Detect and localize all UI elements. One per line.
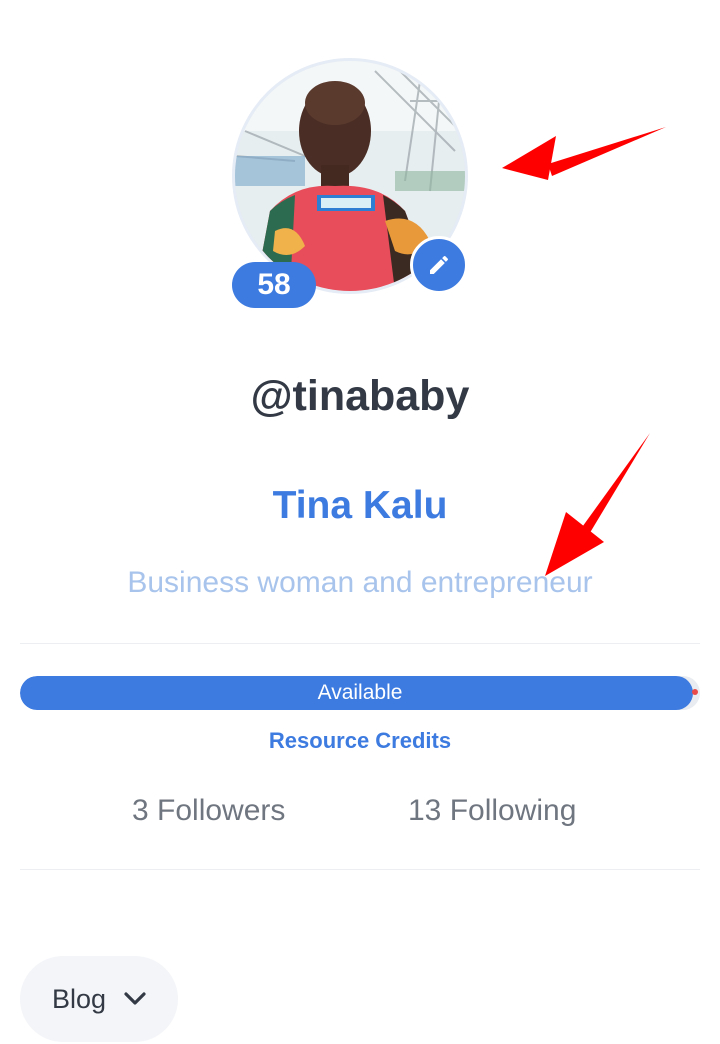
- resource-credits-dot: [692, 689, 698, 695]
- divider: [20, 869, 700, 870]
- followers-link[interactable]: 3 Followers: [132, 794, 285, 828]
- avatar-container: 58: [232, 58, 472, 308]
- resource-credits-bar: Available: [20, 676, 700, 710]
- profile-bio: Business woman and entrepreneur: [127, 566, 593, 599]
- blog-dropdown-label: Blog: [51, 983, 107, 1014]
- chevron-down-icon: [124, 992, 146, 1005]
- resource-credits-link[interactable]: Resource Credits: [0, 728, 720, 754]
- username: @tinababy: [250, 372, 470, 420]
- edit-avatar-button[interactable]: [410, 236, 468, 294]
- pencil-icon: [430, 255, 449, 274]
- reputation-badge: 58: [232, 262, 316, 308]
- annotation-arrow-avatar: [502, 127, 666, 180]
- display-name: Tina Kalu: [272, 484, 448, 527]
- blog-dropdown[interactable]: Blog: [20, 956, 178, 1042]
- divider: [20, 643, 700, 644]
- following-link[interactable]: 13 Following: [408, 794, 576, 828]
- resource-credits-status: Available: [317, 681, 403, 704]
